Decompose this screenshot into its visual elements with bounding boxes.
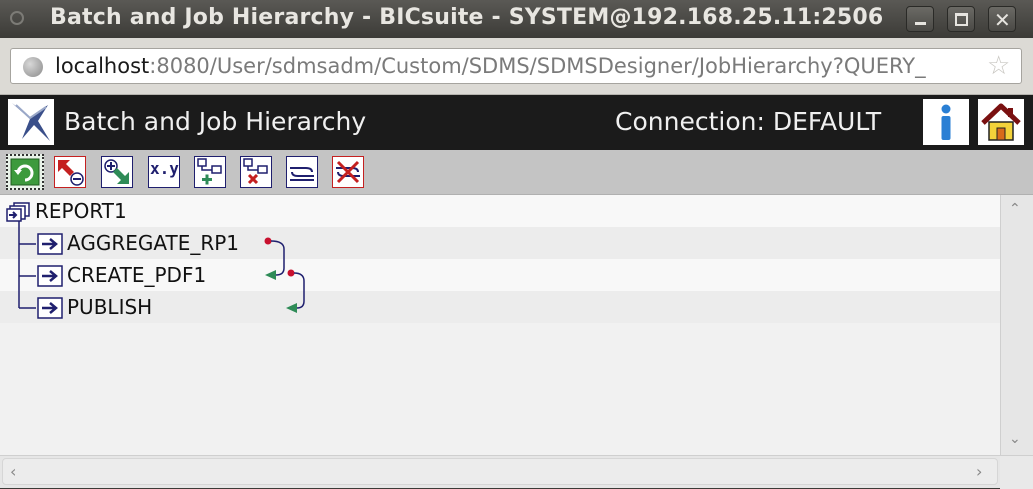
url-input[interactable]: localhost:8080/User/sdmsadm/Custom/SDMS/…: [10, 48, 1022, 84]
dependency-arrow[interactable]: [264, 237, 285, 281]
bookmark-star-icon[interactable]: ☆: [987, 51, 1010, 81]
refresh-icon: [10, 158, 40, 186]
connection-label: Connection: DEFAULT: [615, 107, 882, 136]
expand-icon: [101, 156, 133, 188]
delete-button[interactable]: [332, 156, 364, 188]
scroll-left-icon[interactable]: ‹: [10, 462, 16, 481]
app-header: Batch and Job Hierarchy Connection: DEFA…: [0, 95, 1033, 150]
toolbar: x.y: [0, 150, 1033, 195]
browser-window: Batch and Job Hierarchy - BICsuite - SYS…: [0, 0, 1033, 489]
window-menu-icon[interactable]: [10, 11, 24, 25]
home-icon[interactable]: [978, 99, 1024, 145]
add-child-button[interactable]: [194, 156, 226, 188]
delete-icon: [332, 156, 364, 188]
scrollbar-corner: [1000, 456, 1033, 489]
url-bar-area: localhost:8080/User/sdmsadm/Custom/SDMS/…: [0, 38, 1033, 95]
job-hierarchy-tree: REPORT1 AGGREGATE_RP1 CREATE_PDF1 PUBLIS…: [0, 195, 1000, 455]
dependency-arrow[interactable]: [286, 269, 305, 314]
scroll-right-icon[interactable]: ›: [976, 462, 982, 481]
horizontal-scroll-track[interactable]: [2, 458, 998, 485]
url-path: :8080/User/sdmsadm/Custom/SDMS/SDMSDesig…: [149, 54, 926, 78]
add-child-icon: [194, 156, 226, 188]
horizontal-scrollbar[interactable]: ‹ ›: [0, 455, 1033, 489]
scroll-up-icon[interactable]: ⌃: [1009, 201, 1021, 217]
close-button[interactable]: ✕: [988, 6, 1016, 32]
remove-child-icon: [240, 156, 272, 188]
maximize-button[interactable]: [947, 6, 975, 32]
dependency-icon: [286, 156, 318, 188]
minimize-button[interactable]: [906, 6, 934, 32]
job-icon: [37, 265, 63, 287]
info-icon[interactable]: [923, 99, 969, 145]
collapse-icon: [54, 156, 86, 188]
expand-button[interactable]: [101, 156, 133, 188]
refresh-button[interactable]: [6, 154, 44, 190]
scroll-down-icon[interactable]: ⌄: [1009, 431, 1021, 447]
vertical-scrollbar[interactable]: ⌃ ⌄: [1000, 195, 1033, 455]
dependency-button[interactable]: [286, 156, 318, 188]
close-icon: ✕: [994, 8, 1011, 32]
collapse-button[interactable]: [54, 156, 86, 188]
url-text: localhost:8080/User/sdmsadm/Custom/SDMS/…: [55, 54, 980, 78]
job-icon: [37, 233, 63, 255]
tree-connectors: [18, 221, 305, 319]
job-icon: [37, 297, 63, 319]
url-host: localhost: [55, 54, 150, 78]
remove-child-button[interactable]: [240, 156, 272, 188]
bicsuite-logo-icon: [8, 99, 54, 145]
title-bar: Batch and Job Hierarchy - BICsuite - SYS…: [0, 0, 1033, 38]
xy-button[interactable]: x.y: [148, 156, 180, 188]
window-title: Batch and Job Hierarchy - BICsuite - SYS…: [50, 5, 884, 30]
app-title: Batch and Job Hierarchy: [64, 107, 367, 136]
globe-icon: [23, 57, 43, 77]
xy-label: x.y: [150, 159, 179, 178]
